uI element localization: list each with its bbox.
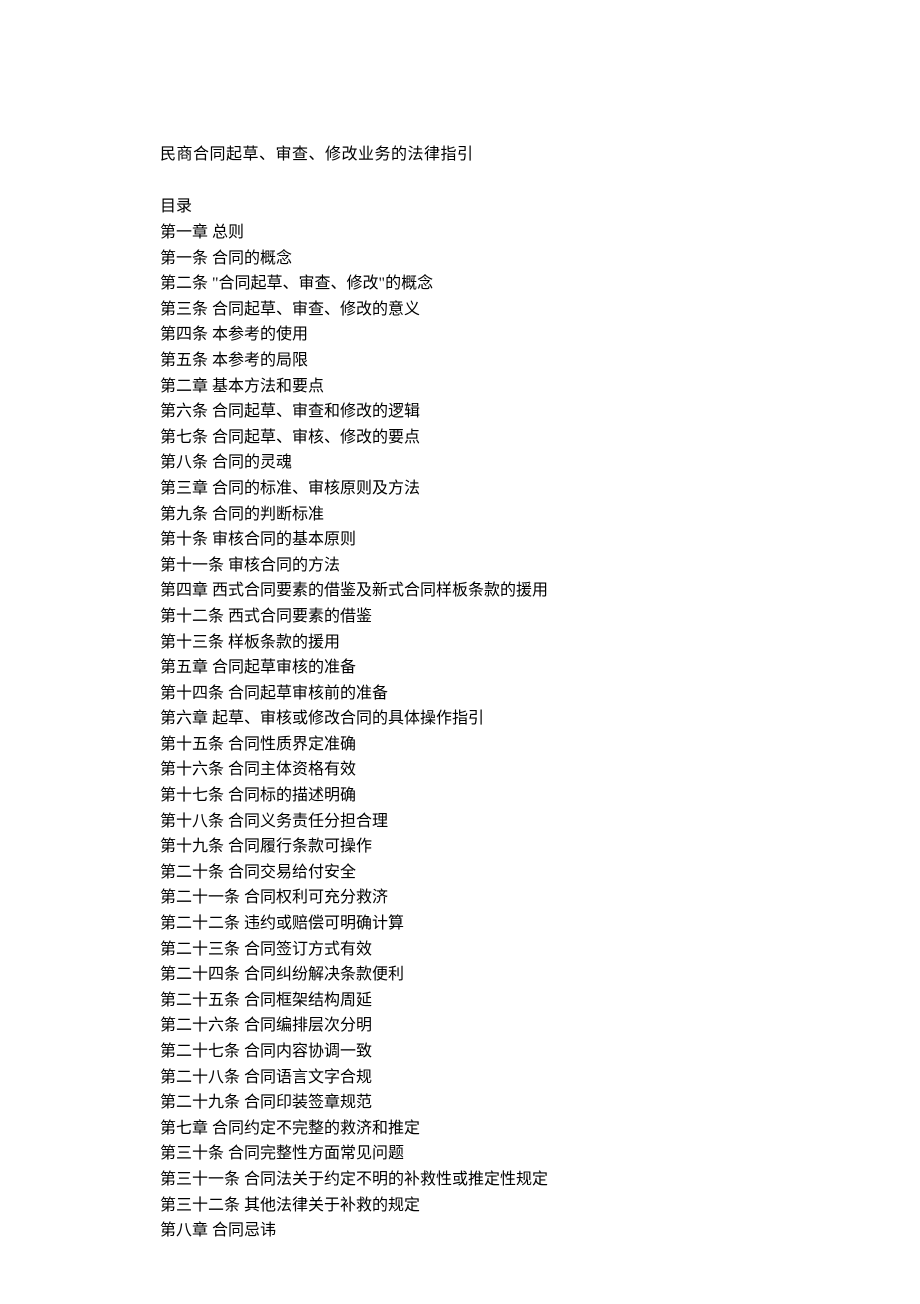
toc-line: 第六章 起草、审核或修改合同的具体操作指引 bbox=[160, 706, 760, 732]
toc-line: 第二章 基本方法和要点 bbox=[160, 374, 760, 400]
toc-line: 第二十七条 合同内容协调一致 bbox=[160, 1039, 760, 1065]
toc-line: 第十二条 西式合同要素的借鉴 bbox=[160, 604, 760, 630]
toc-line: 第十九条 合同履行条款可操作 bbox=[160, 834, 760, 860]
toc-line: 第二十六条 合同编排层次分明 bbox=[160, 1013, 760, 1039]
toc-line: 第三条 合同起草、审查、修改的意义 bbox=[160, 297, 760, 323]
toc-line: 第三章 合同的标准、审核原则及方法 bbox=[160, 476, 760, 502]
toc-line: 第四章 西式合同要素的借鉴及新式合同样板条款的援用 bbox=[160, 578, 760, 604]
toc-line: 第二十四条 合同纠纷解决条款便利 bbox=[160, 962, 760, 988]
toc-line: 第七章 合同约定不完整的救济和推定 bbox=[160, 1116, 760, 1142]
toc-line: 第四条 本参考的使用 bbox=[160, 322, 760, 348]
toc-line: 第十八条 合同义务责任分担合理 bbox=[160, 809, 760, 835]
toc-line: 第五条 本参考的局限 bbox=[160, 348, 760, 374]
toc-line: 第十四条 合同起草审核前的准备 bbox=[160, 681, 760, 707]
toc-line: 第三十二条 其他法律关于补救的规定 bbox=[160, 1193, 760, 1219]
toc-line: 第十七条 合同标的描述明确 bbox=[160, 783, 760, 809]
toc-line: 第十六条 合同主体资格有效 bbox=[160, 757, 760, 783]
toc-line: 第二十八条 合同语言文字合规 bbox=[160, 1065, 760, 1091]
toc-line: 第三十一条 合同法关于约定不明的补救性或推定性规定 bbox=[160, 1167, 760, 1193]
toc-line: 第十三条 样板条款的援用 bbox=[160, 630, 760, 656]
toc-line: 第十一条 审核合同的方法 bbox=[160, 553, 760, 579]
toc-list: 第一章 总则第一条 合同的概念第二条 "合同起草、审查、修改"的概念第三条 合同… bbox=[160, 220, 760, 1244]
toc-line: 第八条 合同的灵魂 bbox=[160, 450, 760, 476]
toc-line: 第一章 总则 bbox=[160, 220, 760, 246]
document-page: 民商合同起草、审查、修改业务的法律指引 目录 第一章 总则第一条 合同的概念第二… bbox=[0, 0, 920, 1304]
toc-line: 第二条 "合同起草、审查、修改"的概念 bbox=[160, 271, 760, 297]
toc-line: 第三十条 合同完整性方面常见问题 bbox=[160, 1141, 760, 1167]
toc-line: 第二十条 合同交易给付安全 bbox=[160, 860, 760, 886]
toc-line: 第九条 合同的判断标准 bbox=[160, 502, 760, 528]
toc-line: 第二十二条 违约或赔偿可明确计算 bbox=[160, 911, 760, 937]
toc-line: 第二十三条 合同签订方式有效 bbox=[160, 937, 760, 963]
toc-line: 第七条 合同起草、审核、修改的要点 bbox=[160, 425, 760, 451]
toc-heading: 目录 bbox=[160, 192, 760, 216]
toc-line: 第十五条 合同性质界定准确 bbox=[160, 732, 760, 758]
toc-line: 第五章 合同起草审核的准备 bbox=[160, 655, 760, 681]
toc-line: 第一条 合同的概念 bbox=[160, 246, 760, 272]
document-title: 民商合同起草、审查、修改业务的法律指引 bbox=[160, 140, 760, 164]
toc-line: 第十条 审核合同的基本原则 bbox=[160, 527, 760, 553]
toc-line: 第八章 合同忌讳 bbox=[160, 1218, 760, 1244]
toc-line: 第二十五条 合同框架结构周延 bbox=[160, 988, 760, 1014]
toc-line: 第二十一条 合同权利可充分救济 bbox=[160, 885, 760, 911]
toc-line: 第六条 合同起草、审查和修改的逻辑 bbox=[160, 399, 760, 425]
toc-line: 第二十九条 合同印装签章规范 bbox=[160, 1090, 760, 1116]
